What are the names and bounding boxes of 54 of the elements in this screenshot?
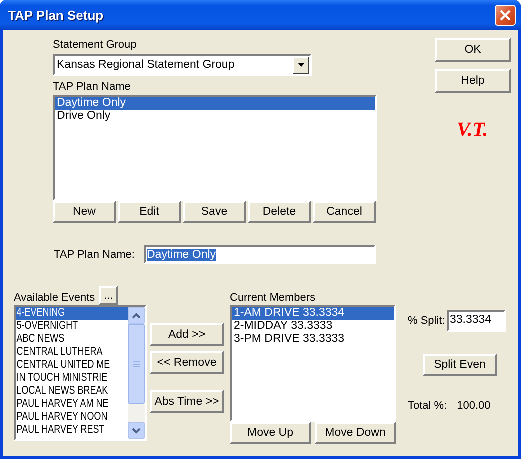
field-label: % Split: [408, 315, 446, 327]
scroll-thumb[interactable] [128, 324, 145, 404]
close-icon [500, 10, 511, 20]
list-item[interactable]: 5-OVERNIGHT [16, 320, 128, 333]
browse-button[interactable]: ... [99, 286, 118, 305]
list-item[interactable]: PAUL HARVEY NOON [16, 411, 128, 424]
ok-button[interactable]: OK [435, 38, 511, 62]
list-item[interactable]: PAUL HARVEY REST [16, 424, 128, 437]
list-item[interactable]: CENTRAL LUTHERA [16, 346, 128, 359]
new-button[interactable]: New [53, 201, 116, 223]
list-item[interactable]: 3-PM DRIVE 33.3333 [232, 333, 394, 346]
list-item[interactable]: PAUL HARVEY AM NE [16, 398, 128, 411]
edit-button[interactable]: Edit [118, 201, 181, 223]
field-label: Statement Group [53, 38, 137, 52]
statement-group-dropdown[interactable]: Kansas Regional Statement Group [53, 54, 312, 76]
field-value: Daytime Only [147, 248, 216, 260]
delete-button[interactable]: Delete [248, 201, 311, 223]
list-item[interactable]: 1-AM DRIVE 33.3334 [232, 307, 394, 320]
list-item[interactable]: CENTRAL UNITED ME [16, 359, 128, 372]
list-item[interactable]: 2-MIDDAY 33.3333 [232, 320, 394, 333]
remove-button[interactable]: << Remove [150, 351, 224, 374]
abs-time-button[interactable]: Abs Time >> [150, 390, 224, 413]
dropdown-button[interactable] [293, 56, 309, 74]
plan-name-field[interactable]: Daytime Only [144, 245, 376, 264]
window-title: TAP Plan Setup [8, 8, 105, 22]
cancel-button[interactable]: Cancel [313, 201, 376, 223]
list-label: Available Events [14, 291, 96, 305]
scrollbar[interactable] [128, 307, 145, 439]
move-up-button[interactable]: Move Up [230, 422, 311, 444]
add-button[interactable]: Add >> [150, 323, 224, 346]
list-item[interactable]: LOCAL NEWS BREAK [16, 385, 128, 398]
field-label: TAP Plan Name: [54, 248, 136, 260]
scroll-down-button[interactable] [128, 422, 145, 439]
close-button[interactable] [495, 4, 516, 26]
list-item[interactable]: IN TOUCH MINISTRIE [16, 372, 128, 385]
dropdown-value: Kansas Regional Statement Group [56, 59, 236, 71]
scroll-up-button[interactable] [128, 307, 145, 324]
list-item[interactable]: 4-EVENING [16, 307, 128, 320]
move-down-button[interactable]: Move Down [315, 422, 396, 444]
list-label: TAP Plan Name [53, 80, 131, 94]
split-field[interactable]: 33.3334 [447, 310, 506, 332]
field-value: 33.3334 [450, 314, 492, 326]
save-button[interactable]: Save [183, 201, 246, 223]
split-even-button[interactable]: Split Even [423, 354, 497, 376]
list-item[interactable]: Daytime Only [55, 97, 375, 110]
list-label: Current Members [230, 291, 316, 305]
initials-text: V.T. [457, 119, 490, 142]
total-value: 100.00 [457, 400, 491, 412]
grip-icon [133, 360, 140, 368]
total-label: Total %: [408, 400, 448, 412]
list-item[interactable]: Drive Only [55, 110, 375, 123]
caret-icon [298, 63, 304, 67]
list-item[interactable]: ABC NEWS [16, 333, 128, 346]
help-button[interactable]: Help [435, 69, 511, 93]
